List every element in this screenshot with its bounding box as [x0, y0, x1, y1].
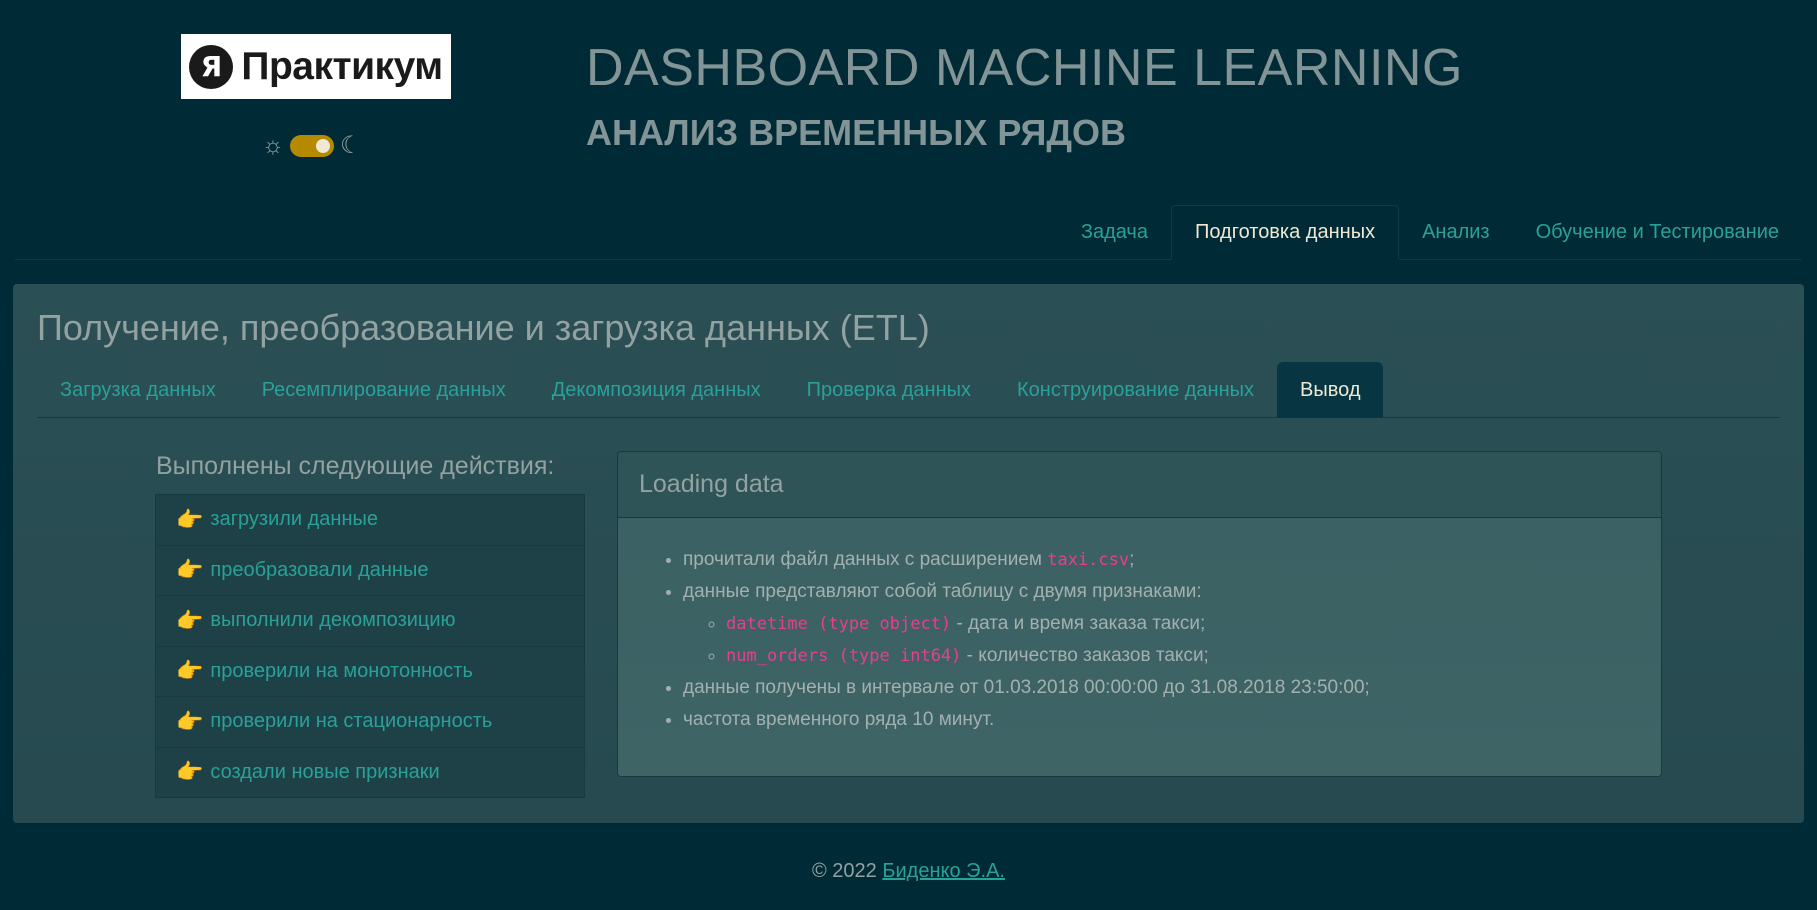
tab-data-loading[interactable]: Загрузка данных	[37, 362, 239, 418]
tab-conclusion[interactable]: Вывод	[1277, 362, 1384, 418]
author-link[interactable]: Биденко Э.А.	[882, 860, 1005, 882]
etl-sub-tabs: Загрузка данных Ресемплирование данных Д…	[37, 362, 1780, 418]
tab-task[interactable]: Задача	[1058, 205, 1171, 260]
list-item[interactable]: 👉 создали новые признаки	[155, 746, 585, 798]
list-item-label: создали новые признаки	[210, 760, 440, 783]
logo-mark: Я	[189, 44, 234, 89]
feature-code: datetime (type object)	[726, 614, 952, 634]
file-name-code: taxi.csv	[1047, 550, 1130, 570]
pointing-hand-icon: 👉	[176, 658, 204, 684]
summary-item: частота временного ряда 10 минут.	[683, 704, 1661, 736]
pointing-hand-icon: 👉	[176, 708, 204, 734]
list-item-label: проверили на монотонность	[210, 659, 473, 682]
tab-analysis[interactable]: Анализ	[1399, 205, 1513, 260]
main-nav-tabs: Задача Подготовка данных Анализ Обучение…	[15, 205, 1802, 260]
actions-list: 👉 загрузили данные 👉 преобразовали данны…	[155, 494, 585, 798]
moon-icon: ☾	[340, 132, 362, 159]
copyright-text: © 2022	[812, 860, 883, 882]
panel-title: Loading data	[618, 452, 1661, 518]
tab-data-decomposition[interactable]: Декомпозиция данных	[529, 362, 784, 418]
features-list: datetime (type object) - дата и время за…	[683, 608, 1661, 672]
feature-item: num_orders (type int64) - количество зак…	[726, 640, 1661, 672]
list-item-label: загрузили данные	[210, 508, 379, 531]
tab-data-check[interactable]: Проверка данных	[784, 362, 994, 418]
pointing-hand-icon: 👉	[176, 506, 204, 532]
actions-heading: Выполнены следующие действия:	[156, 452, 555, 480]
loading-data-panel: Loading data прочитали файл данных с рас…	[617, 451, 1662, 777]
summary-item: прочитали файл данных с расширением taxi…	[683, 544, 1661, 576]
sun-icon: ☼	[262, 132, 284, 159]
list-item[interactable]: 👉 выполнили декомпозицию	[155, 595, 585, 647]
feature-code: num_orders (type int64)	[726, 646, 962, 666]
list-item-label: выполнили декомпозицию	[210, 609, 456, 632]
app-subtitle: АНАЛИЗ ВРЕМЕННЫХ РЯДОВ	[586, 112, 1127, 153]
list-item-label: преобразовали данные	[210, 558, 429, 581]
app-title: DASHBOARD MACHINE LEARNING	[586, 39, 1463, 97]
tab-feature-engineering[interactable]: Конструирование данных	[994, 362, 1277, 418]
logo-text: Практикум	[241, 44, 443, 88]
summary-item: данные представляют собой таблицу с двум…	[683, 576, 1661, 672]
panel-body: прочитали файл данных с расширением taxi…	[618, 518, 1661, 736]
footer: © 2022 Биденко Э.А.	[0, 860, 1817, 883]
theme-switch[interactable]	[290, 135, 334, 157]
tab-data-resampling[interactable]: Ресемплирование данных	[239, 362, 529, 418]
theme-toggle[interactable]: ☼ ☾	[262, 134, 362, 158]
list-item-label: проверили на стационарность	[210, 710, 493, 733]
pointing-hand-icon: 👉	[176, 759, 204, 785]
feature-item: datetime (type object) - дата и время за…	[726, 608, 1661, 640]
tab-data-preparation[interactable]: Подготовка данных	[1170, 205, 1400, 260]
summary-list: прочитали файл данных с расширением taxi…	[683, 544, 1661, 736]
pointing-hand-icon: 👉	[176, 607, 204, 633]
etl-card: Получение, преобразование и загрузка дан…	[13, 284, 1804, 823]
summary-item: данные получены в интервале от 01.03.201…	[683, 672, 1661, 704]
list-item[interactable]: 👉 загрузили данные	[155, 494, 585, 546]
list-item[interactable]: 👉 проверили на стационарность	[155, 696, 585, 748]
list-item[interactable]: 👉 преобразовали данные	[155, 544, 585, 596]
page-title: Получение, преобразование и загрузка дан…	[37, 307, 930, 348]
pointing-hand-icon: 👉	[176, 557, 204, 583]
list-item[interactable]: 👉 проверили на монотонность	[155, 645, 585, 697]
praktikum-logo: Я Практикум	[181, 34, 451, 99]
tab-training-testing[interactable]: Обучение и Тестирование	[1513, 205, 1802, 260]
